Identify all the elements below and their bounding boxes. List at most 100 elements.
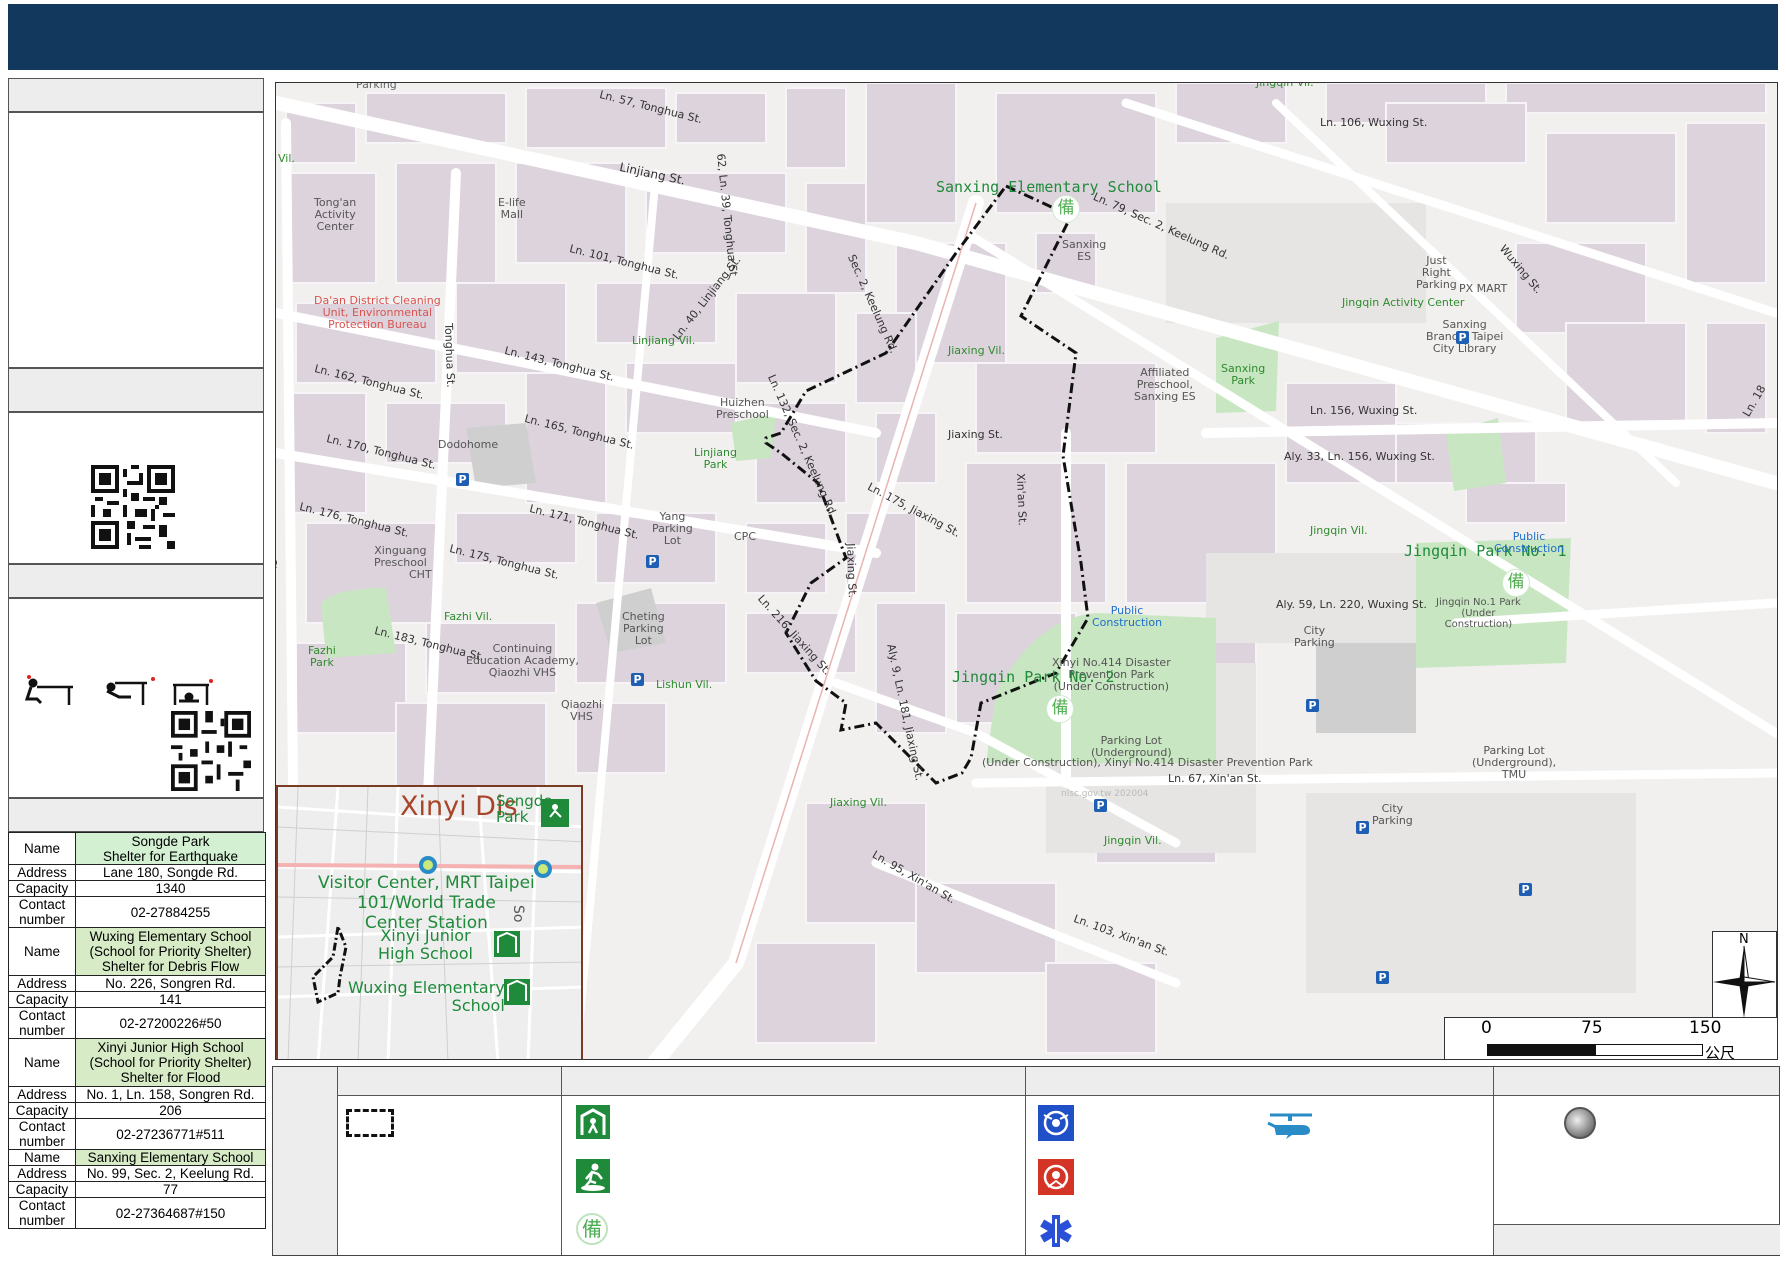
- map-label-fazhi-vil: Fazhi Vil.: [444, 610, 493, 623]
- row-key: Capacity: [8, 991, 76, 1008]
- row-key: Address: [8, 864, 76, 881]
- legend-col-4: [1493, 1067, 1780, 1255]
- map-label-affiliated: Affiliated Preschool, Sanxing ES: [1134, 366, 1196, 403]
- shelter-name: Xinyi Junior High School (School for Pri…: [75, 1038, 266, 1087]
- legend-head-1: [338, 1067, 561, 1096]
- map-label-jiaxing: Jiaxing St.: [948, 428, 1003, 441]
- table-row: Address Lane 180, Songde Rd.: [8, 864, 266, 881]
- shelter-label-jingqin2: Jingqin Park No. 2: [952, 668, 1115, 686]
- table-row: Contact number 02-27236771#511: [8, 1118, 266, 1150]
- row-key: Contact number: [8, 1118, 76, 1150]
- parking-icon: P: [1356, 821, 1369, 834]
- helicopter-icon: [1267, 1113, 1312, 1139]
- section-header-3: [8, 564, 264, 598]
- map-label-aly59: Aly. 59, Ln. 220, Wuxing St.: [1276, 598, 1427, 611]
- map-label-cheting: Cheting Parking Lot: [622, 610, 665, 647]
- parking-icon: P: [456, 473, 469, 486]
- table-row: Contact number 02-27884255: [8, 896, 266, 928]
- map-label-yang: Yang Parking Lot: [652, 510, 693, 547]
- map-label-tmu: Parking Lot (Underground), TMU: [1472, 744, 1557, 781]
- qr-code-icon[interactable]: [91, 465, 175, 549]
- map-label-linjiang-park: Linjiang Park: [694, 446, 737, 471]
- map-label-xinguang: Xinguang Preschool: [374, 544, 427, 569]
- map-area[interactable]: Parking Ln. 57, Tonghua St. Linjiang St. 62…: [275, 82, 1778, 1060]
- map-label-ln67: Ln. 67, Xin'an St.: [1168, 772, 1262, 785]
- parking-icon: P: [1376, 971, 1389, 984]
- row-key: Contact number: [8, 1197, 76, 1229]
- row-key: Address: [8, 975, 76, 992]
- legend-col-2: 備: [561, 1067, 1025, 1255]
- map-label-jingqin-vil-top: Jingqin Vil.: [1256, 82, 1314, 89]
- qr-panel: [8, 412, 264, 564]
- map-label-tonghua: Tonghua St.: [442, 322, 458, 388]
- scale-tick-150: 150: [1689, 1018, 1722, 1038]
- map-label-xinyan: Xin'an St.: [1014, 472, 1029, 526]
- legend-col-3: [1025, 1067, 1493, 1255]
- shelter-address: No. 99, Sec. 2, Keelung Rd.: [75, 1165, 266, 1182]
- map-label-ln106: Ln. 106, Wuxing St.: [1320, 116, 1428, 129]
- qr-code-2-icon[interactable]: [171, 711, 251, 791]
- map-label-qiaozhi: Qiaozhi VHS: [561, 698, 602, 723]
- table-row: Name Xinyi Junior High School (School for…: [8, 1038, 266, 1087]
- reserve-shelter-badge: 備: [1046, 695, 1074, 723]
- police-icon: [1038, 1105, 1074, 1141]
- row-key: Name: [8, 927, 76, 976]
- map-label-jingqin-center: Jingqin Activity Center: [1342, 296, 1465, 309]
- map-label-elife: E-life Mall: [498, 196, 526, 221]
- scale-tick-0: 0: [1481, 1018, 1492, 1038]
- map-label-city-parking2: City Parking: [1372, 802, 1413, 827]
- parking-icon: P: [1094, 799, 1107, 812]
- table-row: Address No. 226, Songren Rd.: [8, 975, 266, 992]
- shelter-address: Lane 180, Songde Rd.: [75, 864, 266, 881]
- info-panel: [8, 112, 264, 368]
- assembly-point-icon: [1564, 1107, 1596, 1139]
- map-label-under414: (Under Construction), Xinyi No.414 Disas…: [982, 756, 1313, 769]
- legend-head-4: [1494, 1067, 1779, 1096]
- shelter-address: No. 1, Ln. 158, Songren Rd.: [75, 1086, 266, 1103]
- north-arrow: N: [1712, 931, 1777, 1021]
- map-label-sanxing-park: Sanxing Park: [1221, 362, 1266, 387]
- row-key: Address: [8, 1165, 76, 1182]
- inset-so-label: So: [510, 905, 526, 923]
- table-row: Contact number 02-27200226#50: [8, 1007, 266, 1039]
- parking-icon: P: [1306, 699, 1319, 712]
- inset-map[interactable]: Xinyi Dis Songde Park Visitor Center, MR…: [276, 785, 583, 1059]
- shelter-capacity: 77: [75, 1181, 266, 1198]
- shelter-table: Name Songde Park Shelter for Earthquake Ad…: [8, 832, 266, 1229]
- scale-bar-black: [1487, 1044, 1597, 1056]
- map-label-huizhen: Huizhen Preschool: [716, 396, 769, 421]
- map-label-jingqin1-sub: Jingqin No.1 Park (Under Construction): [1436, 597, 1521, 630]
- map-label-public1: Public Construction: [1494, 530, 1565, 555]
- legend-side-bar: [273, 1067, 337, 1255]
- shelter-name: Songde Park Shelter for Earthquake: [75, 832, 266, 865]
- row-key: Name: [8, 832, 76, 865]
- map-label-nlsc: nlsc.gov.tw 202004: [1061, 789, 1149, 799]
- map-label-ln156: Ln. 156, Wuxing St.: [1310, 404, 1418, 417]
- outdoor-shelter-icon: [576, 1159, 610, 1193]
- inset-wuxing-label: Wuxing Elementary School: [348, 978, 505, 1015]
- shelter-capacity: 141: [75, 991, 266, 1008]
- north-label: N: [1739, 932, 1749, 947]
- header-bar: [8, 4, 1778, 70]
- drop-cover-hold-icon: [24, 675, 213, 705]
- section-header-1: [8, 78, 264, 112]
- table-row: Capacity 141: [8, 991, 266, 1008]
- scale-bar: 0 75 150 公尺: [1444, 1017, 1777, 1059]
- row-key: Capacity: [8, 1181, 76, 1198]
- legend-head-3: [1026, 1067, 1493, 1096]
- row-key: Name: [8, 1149, 76, 1166]
- row-key: Contact number: [8, 1007, 76, 1039]
- indoor-shelter-icon: [576, 1105, 610, 1139]
- section-header-2: [8, 368, 264, 412]
- table-row: Capacity 1340: [8, 880, 266, 897]
- shelter-contact: 02-27884255: [75, 896, 266, 928]
- shelter-contact: 02-27236771#511: [75, 1118, 266, 1150]
- map-label-daan: Da'an District Cleaning Unit, Environmen…: [314, 294, 441, 331]
- map-label-just-right: Just Right Parking: [1416, 254, 1457, 291]
- boundary-legend-icon: [346, 1109, 394, 1137]
- map-label-fazhi-park: Fazhi Park: [308, 644, 336, 669]
- parking-icon: P: [646, 555, 659, 568]
- legend-col-1: [337, 1067, 561, 1255]
- map-label-lishun: Lishun Vil.: [656, 678, 713, 691]
- scale-bar-white: [1595, 1044, 1703, 1056]
